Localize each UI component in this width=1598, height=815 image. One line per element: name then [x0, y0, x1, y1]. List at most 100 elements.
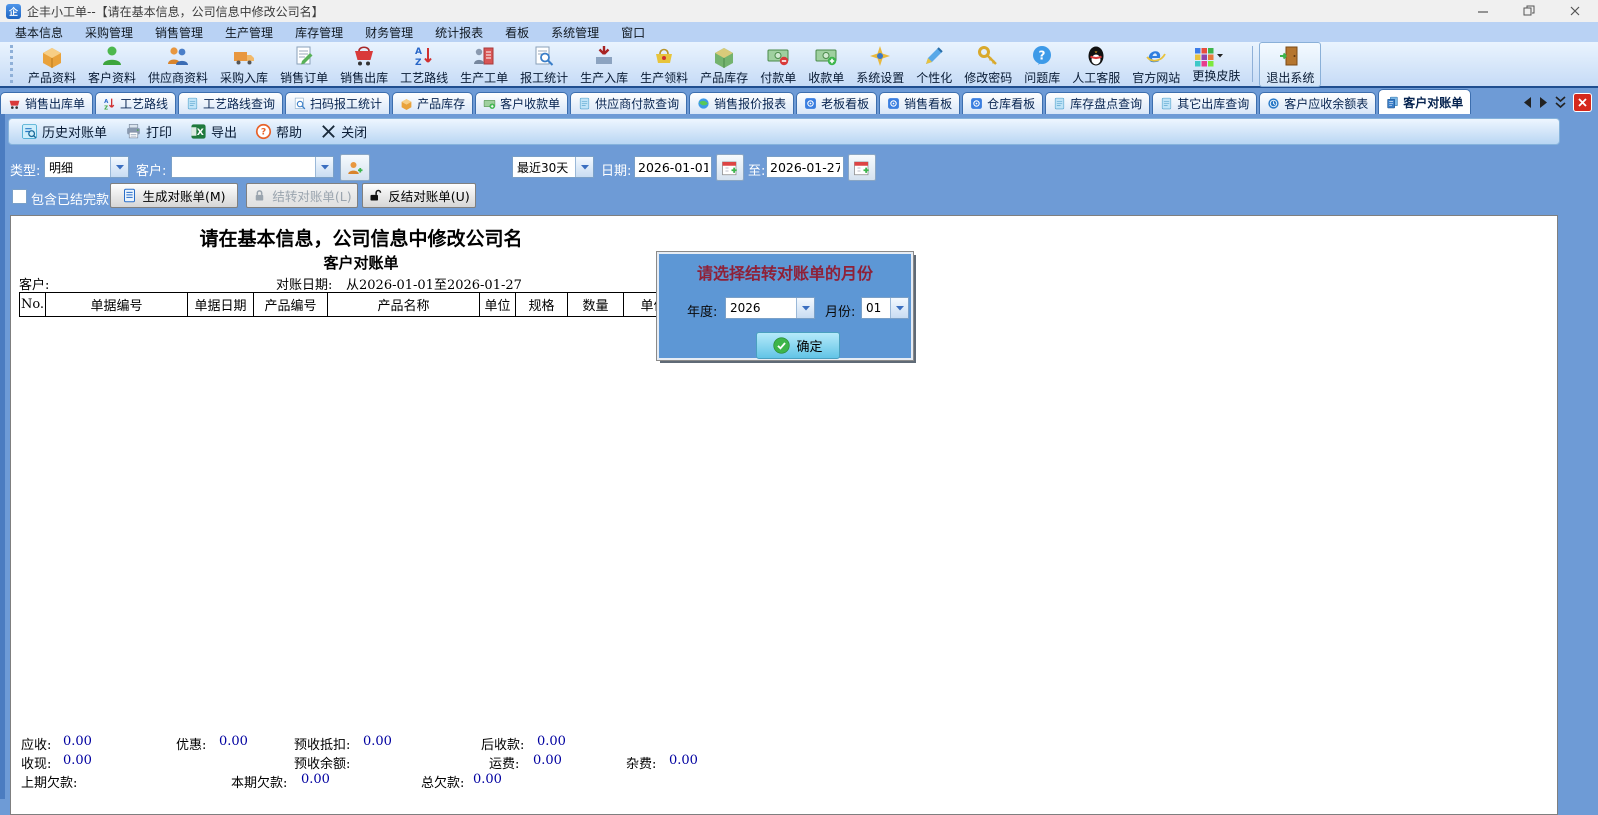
- toolbar-product-data[interactable]: 产品资料: [22, 43, 82, 86]
- toolbar-production-in[interactable]: 生产入库: [574, 43, 634, 86]
- toolbar-grip[interactable]: [10, 45, 16, 83]
- toolbar-sales-out[interactable]: 销售出库: [334, 43, 394, 86]
- tab-process-route-query[interactable]: 工艺路线查询: [178, 92, 283, 114]
- toolbar-change-skin[interactable]: 更换皮肤: [1186, 44, 1246, 84]
- toolbar-official-website[interactable]: e 官方网站: [1126, 43, 1186, 86]
- menu-item-kanban[interactable]: 看板: [494, 22, 540, 43]
- toolbar-work-order[interactable]: 生产工单: [454, 43, 514, 86]
- type-select[interactable]: 明细: [44, 156, 129, 178]
- person-add-icon: [346, 159, 364, 177]
- toolbar-material-requisition[interactable]: 生产领料: [634, 43, 694, 86]
- date-from-calendar-button[interactable]: [716, 154, 744, 181]
- cart-red-icon: [8, 97, 21, 110]
- tab-close-button[interactable]: [1573, 93, 1592, 112]
- menu-item-system-mgmt[interactable]: 系统管理: [540, 22, 610, 43]
- carry-over-statement-button[interactable]: 结转对账单(L): [246, 183, 358, 208]
- date-to-calendar-button[interactable]: [848, 154, 876, 181]
- carry-over-month-dialog: 请选择结转对账单的月份 年度: 2026 月份: 01 确定: [657, 252, 913, 360]
- toolbar-receipt-bill[interactable]: 收款单: [802, 43, 850, 86]
- generate-statement-button[interactable]: 生成对账单(M): [110, 183, 238, 208]
- date-range-select[interactable]: 最近30天: [512, 156, 594, 178]
- document-icon: [1053, 97, 1066, 110]
- toolbar-question-bank[interactable]: ? 问题库: [1018, 43, 1066, 86]
- tab-scroll-right-icon[interactable]: [1539, 97, 1548, 108]
- tab-scroll-left-icon[interactable]: [1523, 97, 1532, 108]
- tab-process-route[interactable]: AZ工艺路线: [95, 92, 176, 114]
- sort-az-icon: AZ: [103, 97, 116, 110]
- toolbar-purchase-in[interactable]: 采购入库: [214, 43, 274, 86]
- menu-item-stats-report[interactable]: 统计报表: [424, 22, 494, 43]
- toolbar-supplier-data[interactable]: 供应商资料: [142, 43, 214, 86]
- tab-other-out-query[interactable]: 其它出库查询: [1152, 92, 1257, 114]
- toolbar-customer-data[interactable]: 客户资料: [82, 43, 142, 86]
- kanban-icon: [804, 97, 817, 110]
- chevron-down-icon[interactable]: [315, 157, 333, 177]
- tab-boss-board[interactable]: 老板看板: [796, 92, 877, 114]
- chevron-down-icon[interactable]: [575, 157, 593, 177]
- tab-customer-receipt[interactable]: 客户收款单: [475, 92, 568, 114]
- date-label: 日期:: [601, 160, 631, 179]
- include-settled-checkbox[interactable]: [12, 189, 27, 204]
- help-button[interactable]: ?帮助: [251, 121, 306, 142]
- tab-list-icon[interactable]: [1555, 96, 1566, 109]
- tab-warehouse-board[interactable]: 仓库看板: [962, 92, 1043, 114]
- chevron-down-icon[interactable]: [890, 298, 908, 318]
- banknote-plus-icon: [814, 44, 838, 71]
- toolbar-change-password[interactable]: 修改密码: [958, 43, 1018, 86]
- company-title: 请在基本信息，公司信息中修改公司名: [11, 224, 711, 251]
- menu-item-window[interactable]: 窗口: [610, 22, 656, 43]
- menu-item-inventory-mgmt[interactable]: 库存管理: [284, 22, 354, 43]
- tab-sales-out-order[interactable]: 销售出库单: [0, 92, 93, 114]
- menu-item-sales-mgmt[interactable]: 销售管理: [144, 22, 214, 43]
- toolbar-system-settings[interactable]: 系统设置: [850, 43, 910, 86]
- toolbar-process-route[interactable]: AZ 工艺路线: [394, 43, 454, 86]
- col-spec: 规格: [516, 293, 568, 317]
- menu-item-finance-mgmt[interactable]: 财务管理: [354, 22, 424, 43]
- date-from-input[interactable]: [634, 156, 712, 178]
- toolbar-customer-service[interactable]: 人工客服: [1066, 43, 1126, 86]
- question-bubble-icon: ?: [1030, 44, 1054, 71]
- reverse-statement-button[interactable]: 反结对账单(U): [362, 183, 476, 208]
- menu-item-basic-info[interactable]: 基本信息: [4, 22, 74, 43]
- customer-select[interactable]: [171, 156, 334, 178]
- summary-value: 0.00: [537, 734, 566, 749]
- close-button[interactable]: [1552, 0, 1598, 22]
- date-to-input[interactable]: [766, 156, 844, 178]
- toolbar-product-stock[interactable]: 产品库存: [694, 43, 754, 86]
- toolbar-payment-bill[interactable]: 付款单: [754, 43, 802, 86]
- tab-customer-statement[interactable]: 客户对账单: [1378, 89, 1471, 114]
- close-view-button[interactable]: 关闭: [316, 121, 371, 142]
- year-select[interactable]: 2026: [725, 297, 815, 319]
- tab-stocktake-query[interactable]: 库存盘点查询: [1045, 92, 1150, 114]
- tab-supplier-payment-query[interactable]: 供应商付款查询: [570, 92, 687, 114]
- col-product-code: 产品编号: [254, 293, 328, 317]
- tab-product-stock[interactable]: 产品库存: [392, 92, 473, 114]
- add-customer-button[interactable]: [340, 154, 370, 181]
- menu-item-purchase-mgmt[interactable]: 采购管理: [74, 22, 144, 43]
- chevron-down-icon[interactable]: [796, 298, 814, 318]
- tab-sales-board[interactable]: 销售看板: [879, 92, 960, 114]
- history-statement-button[interactable]: 历史对账单: [17, 121, 111, 142]
- chevron-down-icon[interactable]: [110, 157, 128, 177]
- ok-button[interactable]: 确定: [756, 332, 840, 359]
- report-title: 客户对账单: [11, 252, 711, 273]
- summary-value: 0.00: [219, 734, 248, 749]
- tab-scan-report-stats[interactable]: 扫码报工统计: [285, 92, 390, 114]
- tab-receivable-balance[interactable]: 客户应收余额表: [1259, 92, 1376, 114]
- toolbar-work-report-stats[interactable]: 报工统计: [514, 43, 574, 86]
- statement-docs-icon: [1386, 96, 1399, 109]
- print-button[interactable]: 打印: [121, 121, 176, 142]
- export-button[interactable]: X导出: [186, 121, 241, 142]
- toolbar-exit-system[interactable]: 退出系统: [1259, 42, 1321, 87]
- toolbar-personalization[interactable]: 个性化: [910, 43, 958, 86]
- minimize-button[interactable]: [1460, 0, 1506, 22]
- toolbar-sales-order[interactable]: 销售订单: [274, 43, 334, 86]
- tab-sales-quote-report[interactable]: 销售报价报表: [689, 92, 794, 114]
- summary-value: 0.00: [301, 772, 330, 787]
- restore-button[interactable]: [1506, 0, 1552, 22]
- menu-item-production-mgmt[interactable]: 生产管理: [214, 22, 284, 43]
- month-select[interactable]: 01: [861, 297, 909, 319]
- key-icon: [976, 44, 1000, 71]
- summary-value: 0.00: [63, 734, 92, 749]
- banknote-minus-icon: [766, 44, 790, 71]
